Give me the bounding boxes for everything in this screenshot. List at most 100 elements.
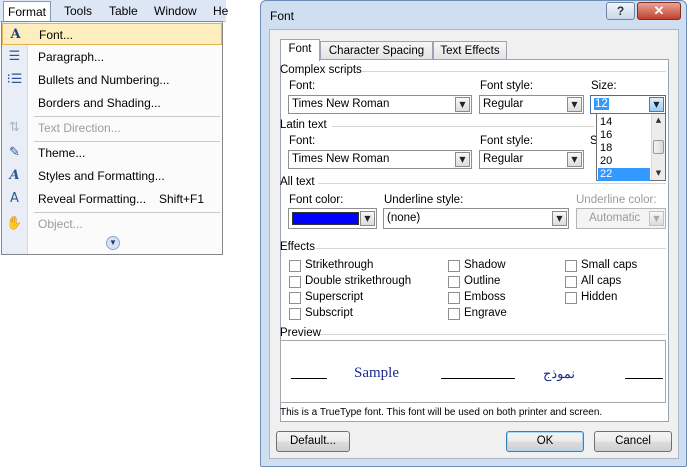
combo-value: Regular (483, 98, 524, 110)
tab-text-effects[interactable]: Text Effects (433, 41, 507, 60)
menu-item-label: Reveal Formatting... (38, 192, 147, 206)
strikethrough-checkbox[interactable] (289, 260, 301, 272)
combo-value: Automatic (589, 212, 641, 224)
dropdown-arrow-icon[interactable]: ▼ (360, 211, 375, 226)
menu-item-paragraph[interactable]: ☰ Paragraph... (2, 46, 222, 68)
menu-tools[interactable]: Tools (64, 4, 92, 18)
combo-value: 12 (594, 98, 609, 110)
menu-item-borders-shading[interactable]: Borders and Shading... (2, 92, 222, 114)
menu-item-label: Styles and Formatting... (38, 169, 165, 183)
dropdown-arrow-icon[interactable]: ▼ (455, 97, 470, 112)
menu-item-text-direction[interactable]: ⇅ Text Direction... (2, 117, 222, 139)
all-caps-label: All caps (581, 275, 622, 287)
menu-item-styles-formatting[interactable]: A Styles and Formatting... (2, 165, 222, 187)
font-color-swatch (292, 212, 359, 225)
menu-item-label: Paragraph... (38, 50, 105, 64)
emboss-label: Emboss (464, 291, 506, 303)
menu-item-label: Theme... (38, 146, 86, 160)
list-item[interactable]: 20 (598, 155, 650, 168)
dropdown-arrow-icon[interactable]: ▼ (649, 211, 664, 226)
help-button[interactable]: ? (606, 2, 635, 20)
ok-button[interactable]: OK (506, 431, 584, 452)
latin-font-select[interactable]: Times New Roman ▼ (288, 150, 472, 169)
group-line (320, 334, 666, 335)
outline-label: Outline (464, 275, 501, 287)
latin-style-label: Font style: (480, 135, 534, 147)
preview-box: Sample نموذج (280, 340, 666, 403)
subscript-label: Subscript (305, 307, 353, 319)
underline-color-select[interactable]: Automatic ▼ (576, 208, 666, 229)
size-list-scrollbar[interactable]: ▲ ▼ (651, 114, 665, 180)
menu-item-reveal-formatting[interactable]: A Reveal Formatting... Shift+F1 (2, 188, 222, 210)
size-dropdown-list[interactable]: 14 16 18 20 22 ▲ ▼ (596, 113, 666, 181)
latin-style-select[interactable]: Regular ▼ (479, 150, 584, 169)
menu-item-bullets-numbering[interactable]: ⁝☰ Bullets and Numbering... (2, 69, 222, 91)
group-line (318, 183, 666, 184)
menu-item-theme[interactable]: ✎ Theme... (2, 142, 222, 164)
small-caps-label: Small caps (581, 259, 638, 271)
scroll-up-icon[interactable]: ▲ (652, 114, 665, 127)
menu-item-font[interactable]: A Font... (2, 23, 222, 45)
expand-menu-chevron-icon[interactable]: ▼ (106, 236, 120, 250)
double-strikethrough-checkbox[interactable] (289, 276, 301, 288)
superscript-checkbox[interactable] (289, 292, 301, 304)
dropdown-arrow-icon[interactable]: ▼ (567, 97, 582, 112)
shadow-checkbox[interactable] (448, 260, 460, 272)
tab-font[interactable]: Font (280, 39, 320, 61)
subscript-checkbox[interactable] (289, 308, 301, 320)
cs-style-select[interactable]: Regular ▼ (479, 95, 584, 114)
menu-table[interactable]: Table (109, 4, 138, 18)
menu-item-label: Bullets and Numbering... (38, 73, 170, 87)
reveal-formatting-icon: A (10, 191, 19, 206)
scroll-down-icon[interactable]: ▼ (652, 167, 665, 180)
cs-style-label: Font style: (480, 80, 534, 92)
hidden-checkbox[interactable] (565, 292, 577, 304)
preview-baseline (291, 378, 327, 379)
dropdown-arrow-icon[interactable]: ▼ (649, 97, 664, 112)
engrave-checkbox[interactable] (448, 308, 460, 320)
default-button[interactable]: Default... (276, 431, 350, 452)
object-icon: ✋ (6, 216, 23, 231)
dialog-title: Font (270, 9, 295, 23)
font-color-picker[interactable]: ▼ (288, 208, 377, 229)
styles-icon: A (9, 168, 20, 183)
dropdown-arrow-icon[interactable]: ▼ (552, 211, 567, 226)
cs-font-label: Font: (289, 80, 316, 92)
double-strikethrough-label: Double strikethrough (305, 275, 412, 287)
menu-item-label: Object... (38, 217, 83, 231)
underline-style-select[interactable]: (none) ▼ (383, 208, 569, 229)
dropdown-arrow-icon[interactable]: ▼ (455, 152, 470, 167)
preview-baseline (441, 378, 515, 379)
text-direction-icon: ⇅ (9, 120, 20, 135)
all-caps-checkbox[interactable] (565, 276, 577, 288)
list-item-selected[interactable]: 22 (598, 168, 650, 181)
tab-character-spacing[interactable]: Character Spacing (320, 41, 433, 60)
latin-font-label: Font: (289, 135, 316, 147)
scrollbar-thumb[interactable] (653, 140, 664, 154)
font-color-label: Font color: (289, 194, 344, 206)
menu-help[interactable]: He (213, 4, 228, 18)
list-item[interactable]: 18 (598, 142, 650, 155)
dropdown-arrow-icon[interactable]: ▼ (567, 152, 582, 167)
menu-item-object[interactable]: ✋ Object... (2, 213, 222, 235)
emboss-checkbox[interactable] (448, 292, 460, 304)
cs-size-label: Size: (591, 80, 617, 92)
menu-bar: Format Tools Table Window He (0, 0, 228, 22)
cancel-button[interactable]: Cancel (594, 431, 672, 452)
menu-item-label: Font... (39, 28, 74, 42)
menu-format[interactable]: Format (3, 1, 52, 21)
small-caps-checkbox[interactable] (565, 260, 577, 272)
all-text-heading: All text (280, 176, 315, 188)
close-icon[interactable]: ✕ (637, 2, 681, 20)
list-item[interactable]: 16 (598, 129, 650, 142)
list-item[interactable]: 14 (598, 116, 650, 129)
cs-size-select[interactable]: 12 ▼ (590, 95, 666, 114)
strikethrough-label: Strikethrough (305, 259, 374, 271)
outline-checkbox[interactable] (448, 276, 460, 288)
underline-color-label: Underline color: (576, 194, 657, 206)
menu-item-label: Borders and Shading... (38, 96, 161, 110)
cs-font-select[interactable]: Times New Roman ▼ (288, 95, 472, 114)
group-line (316, 248, 666, 249)
menu-window[interactable]: Window (154, 4, 197, 18)
preview-sample-text: Sample (354, 365, 399, 381)
